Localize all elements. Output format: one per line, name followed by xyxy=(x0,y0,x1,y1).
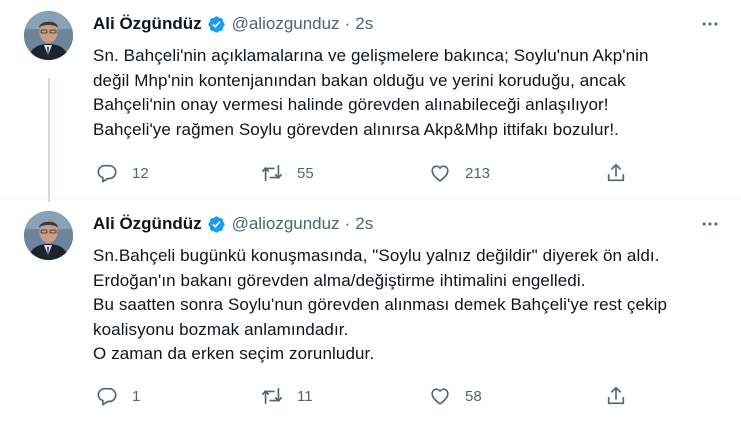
tweet-text-line: Sn.Bahçeli bugünkü konuşmasında, "Soylu … xyxy=(93,246,660,265)
tweet-text-line: değil Mhp'nin kontenjanından bakan olduğ… xyxy=(93,70,626,90)
verified-badge-icon xyxy=(207,15,226,34)
avatar[interactable] xyxy=(24,211,73,260)
separator-dot: · xyxy=(344,14,351,33)
tweet[interactable]: Ali Özgündüz @aliozgunduz · 2s Sn.Bahçel… xyxy=(0,200,741,429)
heart-icon xyxy=(429,162,451,184)
separator-dot: · xyxy=(344,214,351,233)
retweet-count: 11 xyxy=(297,387,313,405)
author-handle[interactable]: @aliozgunduz xyxy=(232,14,340,34)
timestamp[interactable]: 2s xyxy=(355,214,373,234)
timestamp[interactable]: 2s xyxy=(355,14,373,34)
tweet-actions: 12 55 213 xyxy=(93,159,653,187)
tweet-text-line: Bahçeli'nin onay vermesi halinde görevde… xyxy=(93,95,609,115)
tweet-text: Sn. Bahçeli'nin açıklamalarına ve gelişm… xyxy=(93,44,723,142)
tweet-header: Ali Özgündüz @aliozgunduz · 2s xyxy=(93,12,373,36)
reply-icon xyxy=(96,162,118,184)
author-handle[interactable]: @aliozgunduz xyxy=(232,214,340,234)
reply-count: 12 xyxy=(132,164,149,182)
heart-icon xyxy=(429,385,451,407)
tweet-text-line: O zaman da erken seçim zorunludur. xyxy=(93,344,375,364)
tweet-text-line: Erdoğan'ın bakanı görevden alma/değiştir… xyxy=(93,270,586,290)
author-name[interactable]: Ali Özgündüz xyxy=(93,14,202,34)
avatar[interactable] xyxy=(24,11,73,60)
tweet-header: Ali Özgündüz @aliozgunduz · 2s xyxy=(93,212,373,236)
retweet-icon xyxy=(261,385,283,407)
tweet-text-line: koalisyonu bozmak anlamındadır. xyxy=(93,319,349,339)
tweet[interactable]: Ali Özgündüz @aliozgunduz · 2s Sn. Bahçe… xyxy=(0,0,741,202)
retweet-count: 55 xyxy=(297,164,314,182)
retweet-button[interactable]: 55 xyxy=(261,159,314,187)
reply-count: 1 xyxy=(132,387,141,405)
like-button[interactable]: 213 xyxy=(429,159,490,187)
retweet-button[interactable]: 11 xyxy=(261,382,313,410)
reply-button[interactable]: 1 xyxy=(96,382,140,410)
like-button[interactable]: 58 xyxy=(429,382,482,410)
share-button[interactable] xyxy=(605,159,627,187)
tweet-text-line: Bu saatten sonra Soylu'nun görevden alın… xyxy=(93,295,668,315)
verified-badge-icon xyxy=(207,215,226,234)
tweet-text-line: Sn. Bahçeli'nin açıklamalarına ve gelişm… xyxy=(93,46,649,65)
more-icon[interactable] xyxy=(697,12,723,36)
more-icon[interactable] xyxy=(697,212,723,236)
retweet-icon xyxy=(261,162,283,184)
share-icon xyxy=(605,385,627,407)
tweet-text-line: Bahçeli'ye rağmen Soylu görevden alınırs… xyxy=(93,119,619,139)
share-button[interactable] xyxy=(605,382,627,410)
like-count: 58 xyxy=(465,387,482,405)
reply-button[interactable]: 12 xyxy=(96,159,149,187)
share-icon xyxy=(605,162,627,184)
thread-connector-line xyxy=(48,78,50,202)
tweet-divider xyxy=(0,198,741,199)
reply-icon xyxy=(96,385,118,407)
author-name[interactable]: Ali Özgündüz xyxy=(93,214,202,234)
like-count: 213 xyxy=(465,164,491,182)
tweet-actions: 1 11 58 xyxy=(93,382,653,410)
tweet-text: Sn.Bahçeli bugünkü konuşmasında, "Soylu … xyxy=(93,244,723,367)
